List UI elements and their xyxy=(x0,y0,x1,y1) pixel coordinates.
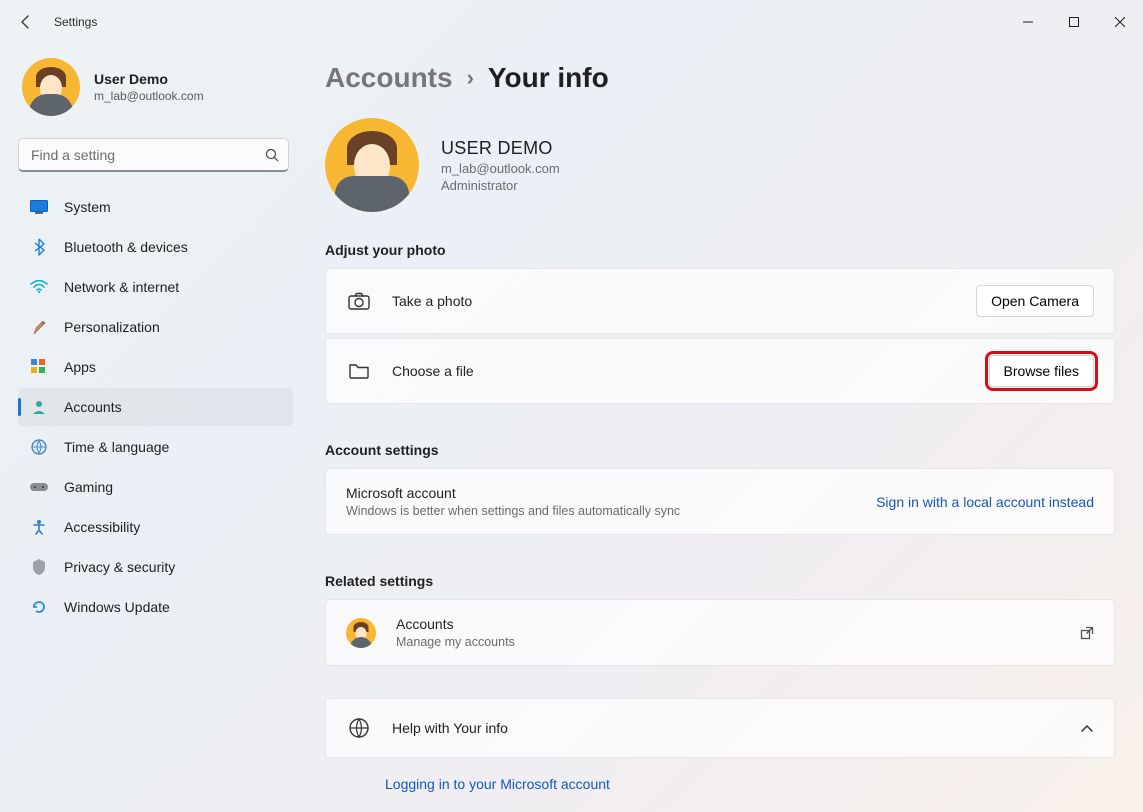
ms-account-title: Microsoft account xyxy=(346,485,680,501)
sidebar-item-label: Apps xyxy=(64,359,96,375)
sidebar-item-gaming[interactable]: Gaming xyxy=(18,468,293,506)
window-title: Settings xyxy=(54,15,97,29)
account-settings-header: Account settings xyxy=(325,442,1115,458)
sidebar-item-accessibility[interactable]: Accessibility xyxy=(18,508,293,546)
adjust-photo-header: Adjust your photo xyxy=(325,242,1115,258)
sidebar-item-accounts[interactable]: Accounts xyxy=(18,388,293,426)
accessibility-icon xyxy=(30,518,48,536)
sidebar-item-label: Network & internet xyxy=(64,279,179,295)
camera-icon xyxy=(346,292,372,310)
help-link-logging-in[interactable]: Logging in to your Microsoft account xyxy=(325,762,1115,792)
related-accounts-card[interactable]: Accounts Manage my accounts xyxy=(325,599,1115,666)
profile-email: m_lab@outlook.com xyxy=(94,89,204,103)
profile-name: User Demo xyxy=(94,71,204,87)
related-accounts-subtitle: Manage my accounts xyxy=(396,635,515,649)
paintbrush-icon xyxy=(30,318,48,336)
open-camera-button[interactable]: Open Camera xyxy=(976,285,1094,317)
sidebar-item-personalization[interactable]: Personalization xyxy=(18,308,293,346)
breadcrumb-current: Your info xyxy=(488,62,609,94)
globe-clock-icon xyxy=(30,438,48,456)
avatar-large xyxy=(325,118,419,212)
browse-files-button[interactable]: Browse files xyxy=(989,355,1094,387)
sidebar-item-network[interactable]: Network & internet xyxy=(18,268,293,306)
chevron-right-icon: › xyxy=(467,65,474,91)
related-accounts-title: Accounts xyxy=(396,616,515,632)
choose-file-label: Choose a file xyxy=(392,363,474,379)
wifi-icon xyxy=(30,278,48,296)
sidebar-item-apps[interactable]: Apps xyxy=(18,348,293,386)
shield-icon xyxy=(30,558,48,576)
monitor-icon xyxy=(30,198,48,216)
search-icon xyxy=(265,148,279,162)
web-help-icon xyxy=(346,717,372,739)
search-input[interactable] xyxy=(18,138,289,172)
close-button[interactable] xyxy=(1097,6,1143,38)
sidebar-item-label: Gaming xyxy=(64,479,113,495)
open-external-icon xyxy=(1080,626,1094,640)
bluetooth-icon xyxy=(30,238,48,256)
user-email: m_lab@outlook.com xyxy=(441,161,560,176)
back-button[interactable] xyxy=(16,12,36,32)
help-title: Help with Your info xyxy=(392,720,508,736)
choose-file-card: Choose a file Browse files xyxy=(325,338,1115,404)
search-field[interactable] xyxy=(18,138,289,172)
sidebar-item-label: Accessibility xyxy=(64,519,140,535)
user-role: Administrator xyxy=(441,178,560,193)
sidebar-item-label: Accounts xyxy=(64,399,122,415)
breadcrumb-root[interactable]: Accounts xyxy=(325,62,453,94)
chevron-up-icon xyxy=(1080,723,1094,733)
sidebar-item-label: Personalization xyxy=(64,319,160,335)
minimize-button[interactable] xyxy=(1005,6,1051,38)
sidebar-item-system[interactable]: System xyxy=(18,188,293,226)
microsoft-account-card: Microsoft account Windows is better when… xyxy=(325,468,1115,535)
sidebar-item-label: Time & language xyxy=(64,439,169,455)
person-icon xyxy=(30,398,48,416)
gamepad-icon xyxy=(30,478,48,496)
take-photo-card: Take a photo Open Camera xyxy=(325,268,1115,334)
apps-icon xyxy=(30,358,48,376)
user-name: USER DEMO xyxy=(441,138,560,159)
main-pane: Accounts › Your info USER DEMO m_lab@out… xyxy=(305,44,1143,812)
sidebar-item-privacy[interactable]: Privacy & security xyxy=(18,548,293,586)
window-controls xyxy=(1005,6,1143,38)
avatar-mini-icon xyxy=(346,618,376,648)
nav-list: System Bluetooth & devices Network & int… xyxy=(18,188,293,626)
sidebar-item-bluetooth[interactable]: Bluetooth & devices xyxy=(18,228,293,266)
folder-icon xyxy=(346,362,372,380)
sidebar-item-time-language[interactable]: Time & language xyxy=(18,428,293,466)
sign-in-local-link[interactable]: Sign in with a local account instead xyxy=(876,494,1094,510)
sidebar-item-windows-update[interactable]: Windows Update xyxy=(18,588,293,626)
avatar xyxy=(22,58,80,116)
ms-account-subtitle: Windows is better when settings and file… xyxy=(346,504,680,518)
sidebar-item-label: Bluetooth & devices xyxy=(64,239,188,255)
maximize-button[interactable] xyxy=(1051,6,1097,38)
profile-header: USER DEMO m_lab@outlook.com Administrato… xyxy=(325,118,1115,212)
profile-block[interactable]: User Demo m_lab@outlook.com xyxy=(22,58,293,116)
sidebar-item-label: Privacy & security xyxy=(64,559,175,575)
titlebar: Settings xyxy=(0,0,1143,44)
related-settings-header: Related settings xyxy=(325,573,1115,589)
take-photo-label: Take a photo xyxy=(392,293,472,309)
sidebar: User Demo m_lab@outlook.com System Bluet… xyxy=(0,44,305,812)
help-card[interactable]: Help with Your info xyxy=(325,698,1115,758)
sidebar-item-label: System xyxy=(64,199,111,215)
update-icon xyxy=(30,598,48,616)
breadcrumb: Accounts › Your info xyxy=(325,62,1115,94)
sidebar-item-label: Windows Update xyxy=(64,599,170,615)
